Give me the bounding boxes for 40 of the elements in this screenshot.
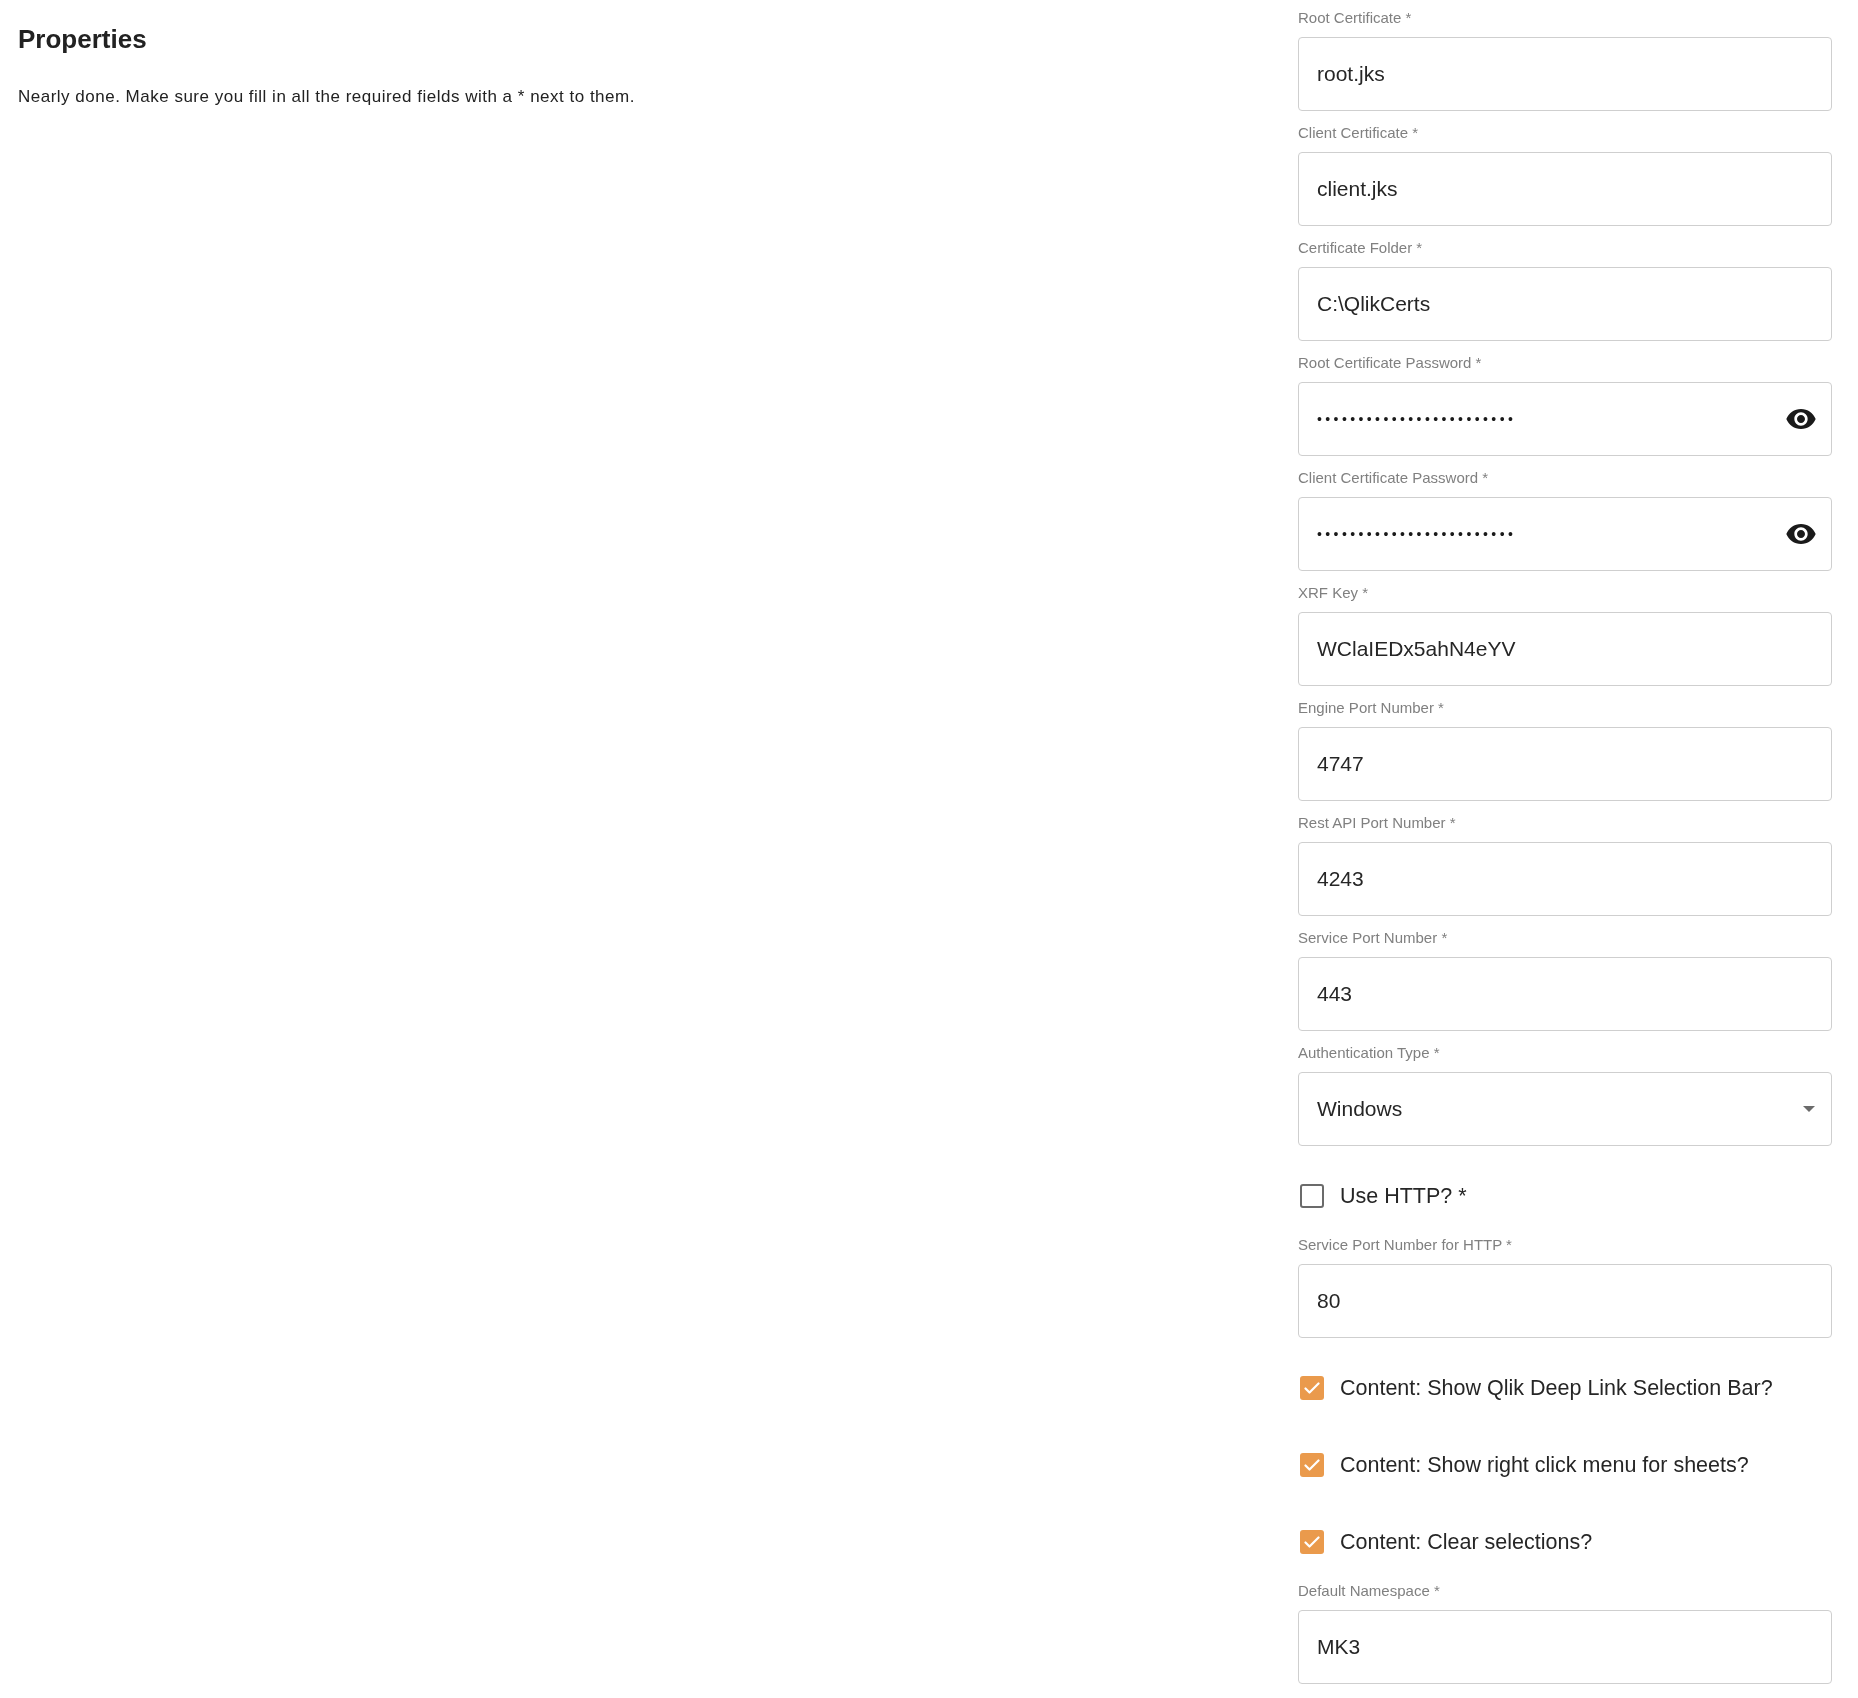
text-field[interactable]: WClaIEDx5ahN4eYV: [1298, 612, 1832, 686]
field-label: Root Certificate Password *: [1298, 353, 1482, 373]
field-label: Default Namespace *: [1298, 1581, 1440, 1601]
caret-down-icon: [1803, 1106, 1815, 1112]
instructions-text: Nearly done. Make sure you fill in all the required fields with a * next to them.: [18, 86, 635, 108]
field-label: Client Certificate Password *: [1298, 468, 1489, 488]
checkbox[interactable]: [1300, 1184, 1324, 1208]
field-label: Service Port Number *: [1298, 928, 1448, 948]
checkmark-icon: [1304, 1382, 1320, 1394]
checkbox-label: Content: Clear selections?: [1340, 1528, 1593, 1556]
password-field[interactable]: ••••••••••••••••••••••••: [1298, 382, 1832, 456]
dropdown-select[interactable]: Windows: [1298, 1072, 1832, 1146]
text-field[interactable]: root.jks: [1298, 37, 1832, 111]
text-field[interactable]: 4243: [1298, 842, 1832, 916]
page-title: Properties: [18, 23, 147, 55]
checkbox-label: Content: Show right click menu for sheets?: [1340, 1451, 1749, 1479]
field-label: Authentication Type *: [1298, 1043, 1440, 1063]
password-field[interactable]: ••••••••••••••••••••••••: [1298, 497, 1832, 571]
checkmark-icon: [1304, 1536, 1320, 1548]
checkmark-icon: [1304, 1459, 1320, 1471]
text-field[interactable]: 443: [1298, 957, 1832, 1031]
text-field[interactable]: 80: [1298, 1264, 1832, 1338]
checkbox-label: Use HTTP? *: [1340, 1182, 1467, 1210]
field-label: Certificate Folder *: [1298, 238, 1423, 258]
text-field[interactable]: MK3: [1298, 1610, 1832, 1684]
checkbox[interactable]: [1300, 1530, 1324, 1554]
text-field[interactable]: 4747: [1298, 727, 1832, 801]
text-field[interactable]: client.jks: [1298, 152, 1832, 226]
field-label: XRF Key *: [1298, 583, 1369, 603]
checkbox[interactable]: [1300, 1376, 1324, 1400]
field-label: Engine Port Number *: [1298, 698, 1444, 718]
field-label: Rest API Port Number *: [1298, 813, 1456, 833]
checkbox-label: Content: Show Qlik Deep Link Selection Bar?: [1340, 1374, 1773, 1402]
field-label: Client Certificate *: [1298, 123, 1419, 143]
field-label: Service Port Number for HTTP *: [1298, 1235, 1512, 1255]
eye-icon[interactable]: [1786, 409, 1816, 429]
field-label: Root Certificate *: [1298, 8, 1412, 28]
eye-icon[interactable]: [1786, 524, 1816, 544]
text-field[interactable]: C:\QlikCerts: [1298, 267, 1832, 341]
checkbox[interactable]: [1300, 1453, 1324, 1477]
